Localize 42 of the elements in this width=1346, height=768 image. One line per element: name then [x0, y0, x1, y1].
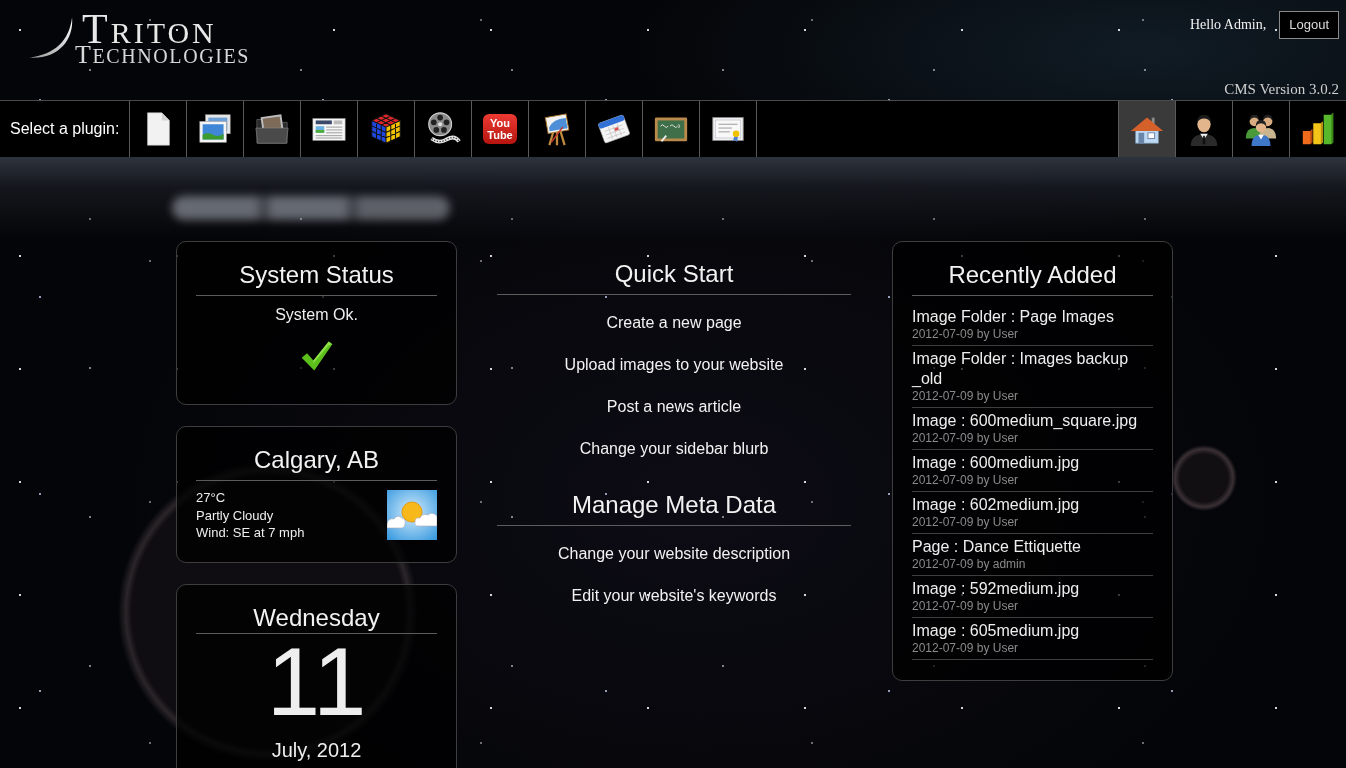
card-title: System Status [238, 261, 395, 289]
section-title: Manage Meta Data [570, 491, 778, 519]
recent-item-title[interactable]: Image Folder : Page Images [912, 307, 1153, 327]
logout-button[interactable]: Logout [1279, 11, 1339, 39]
recent-item-title[interactable]: Image Folder : Images backup _old [912, 349, 1153, 389]
weather-text: Wind: SE at 7 mph [196, 524, 305, 542]
greeting-text: Hello Admin, [1190, 17, 1267, 33]
version-text: CMS Version 3.0.2 [1224, 81, 1339, 97]
card-title: Calgary, AB [253, 446, 380, 474]
status-text: System Ok. [274, 305, 359, 324]
quick-link[interactable]: Change your website description [557, 544, 791, 563]
recent-item-title[interactable]: Image : 600medium_square.jpg [912, 411, 1153, 431]
day-number: 11 [266, 633, 367, 730]
recent-item-title[interactable]: Page : Dance Ettiquette [912, 537, 1153, 557]
video-logo: You Tube [483, 114, 517, 144]
card-title: Wednesday [252, 603, 381, 632]
recent-item-meta: 2012-07-09 by User [912, 431, 1020, 445]
quick-link[interactable]: Change your sidebar blurb [579, 439, 769, 458]
recent-item-meta: 2012-07-09 by User [912, 327, 1020, 341]
section-title: Quick Start [613, 260, 735, 288]
weather-text: Partly Cloudy [196, 506, 275, 524]
recent-item-meta: 2012-07-09 by User [912, 389, 1020, 403]
quick-link[interactable]: Edit your website's keywords [571, 586, 777, 605]
recent-item-title[interactable]: Image : 600medium.jpg [912, 453, 1153, 473]
month-year-text: July, 2012 [270, 737, 363, 762]
recent-item-title[interactable]: Image : 602medium.jpg [912, 495, 1153, 515]
recent-item-meta: 2012-07-09 by User [912, 599, 1020, 613]
plugin-button[interactable]: You Tube [472, 101, 529, 157]
recent-item-title[interactable]: Image : 605medium.jpg [912, 621, 1153, 641]
quick-link[interactable]: Create a new page [606, 313, 742, 332]
quick-link[interactable]: Post a news article [606, 397, 742, 416]
toolbar-label: Select a plugin: [0, 101, 130, 157]
quick-link[interactable]: Upload images to your website [564, 355, 784, 374]
recent-item-title[interactable]: Image : 592medium.jpg [912, 579, 1153, 599]
card-title: Recently Added [947, 261, 1118, 289]
sun-cloud-icon [387, 490, 437, 540]
recent-item-meta: 2012-07-09 by User [912, 473, 1020, 487]
weather-text: 27°C [196, 489, 227, 507]
recent-item-meta: 2012-07-09 by User [912, 641, 1020, 655]
recent-item-meta: 2012-07-09 by User [912, 515, 1020, 529]
nav-button[interactable] [1118, 101, 1175, 157]
recent-item-meta: 2012-07-09 by admin [912, 557, 1027, 571]
